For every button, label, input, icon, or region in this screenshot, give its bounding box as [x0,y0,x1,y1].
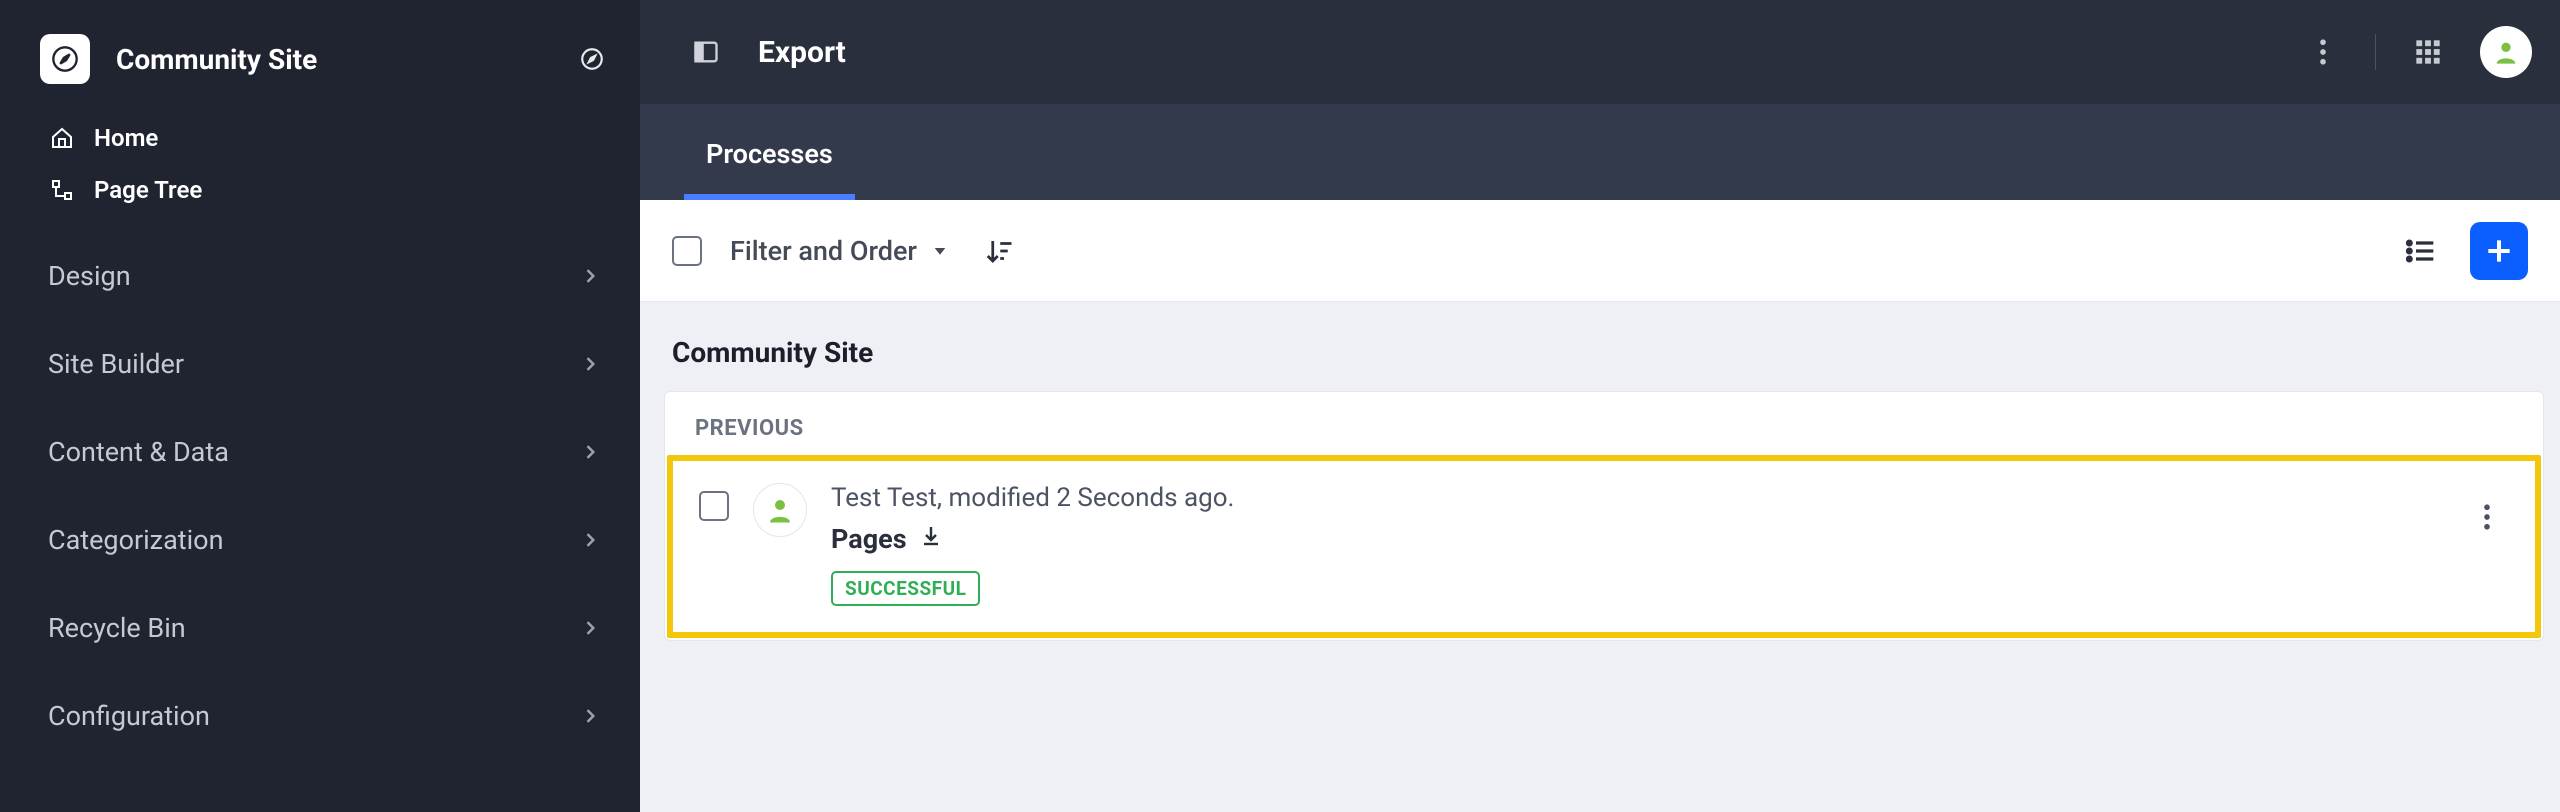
sort-button[interactable] [977,229,1021,273]
sidebar-group-categorization[interactable]: Categorization [0,496,640,584]
status-badge: SUCCESSFUL [831,571,980,606]
page-title: Export [758,35,2271,70]
compass-icon [51,45,79,73]
item-checkbox[interactable] [699,491,729,521]
list-icon [2404,235,2436,267]
item-body: Test Test, modified 2 Seconds ago. Pages… [831,483,2441,606]
section-title: Community Site [664,330,2544,391]
download-icon [919,524,943,548]
chevron-right-icon [580,530,600,550]
chevron-right-icon [580,442,600,462]
download-button[interactable] [919,523,943,555]
sidebar-group-label: Site Builder [48,348,184,380]
kebab-icon [2483,504,2491,530]
content: Community Site PREVIOUS Test Test, modif… [640,302,2560,812]
sidebar: Community Site Home Page Tree Design Sit… [0,0,640,812]
divider [2375,34,2376,70]
sidebar-group-site-builder[interactable]: Site Builder [0,320,640,408]
main: Export Processes Filter and Order [640,0,2560,812]
select-all-checkbox[interactable] [672,236,702,266]
sidebar-group-label: Categorization [48,524,223,556]
home-icon [48,124,76,152]
item-title: Pages [831,523,907,555]
sort-icon [984,236,1014,266]
new-button[interactable] [2470,222,2528,280]
list-item[interactable]: Test Test, modified 2 Seconds ago. Pages… [667,455,2541,638]
sidebar-link-page-tree[interactable]: Page Tree [0,164,640,216]
kebab-icon [2319,39,2327,65]
sidebar-group-content-data[interactable]: Content & Data [0,408,640,496]
tab-label: Processes [706,138,833,170]
user-icon [765,495,795,525]
sidebar-link-label: Page Tree [94,176,202,204]
sidebar-group-label: Content & Data [48,436,229,468]
item-avatar [753,483,807,537]
panel-icon [692,38,720,66]
item-modified-line: Test Test, modified 2 Seconds ago. [831,483,2441,513]
sidebar-group-label: Design [48,260,131,292]
tree-icon [48,176,76,204]
tabbar: Processes [640,104,2560,200]
previous-card: PREVIOUS Test Test, modified 2 Seconds a… [664,391,2544,641]
item-kebab-button[interactable] [2465,495,2509,539]
sidebar-group-configuration[interactable]: Configuration [0,672,640,760]
panel-toggle-button[interactable] [684,30,728,74]
view-list-button[interactable] [2398,229,2442,273]
tab-processes[interactable]: Processes [684,108,855,200]
sidebar-group-recycle-bin[interactable]: Recycle Bin [0,584,640,672]
topbar-kebab-button[interactable] [2301,30,2345,74]
sidebar-group-label: Configuration [48,700,210,732]
sidebar-header: Community Site [0,18,640,108]
toolbar: Filter and Order [640,200,2560,302]
site-name: Community Site [116,43,550,76]
user-icon [2492,38,2520,66]
card-header-previous: PREVIOUS [665,392,2543,441]
apps-button[interactable] [2406,30,2450,74]
apps-grid-icon [2414,38,2442,66]
site-logo[interactable] [40,34,90,84]
sidebar-group-label: Recycle Bin [48,612,186,644]
caret-down-icon [931,242,949,260]
sidebar-link-home[interactable]: Home [0,112,640,164]
chevron-right-icon [580,266,600,286]
filter-order-label: Filter and Order [730,235,917,267]
chevron-right-icon [580,706,600,726]
chevron-right-icon [580,618,600,638]
target-icon [579,46,605,72]
topbar: Export [640,0,2560,104]
plus-icon [2483,235,2515,267]
chevron-right-icon [580,354,600,374]
sidebar-link-label: Home [94,124,158,152]
item-title-row: Pages [831,523,2441,555]
sidebar-action-button[interactable] [576,43,608,75]
sidebar-links: Home Page Tree [0,108,640,232]
sidebar-group-design[interactable]: Design [0,232,640,320]
user-avatar[interactable] [2480,26,2532,78]
filter-order-dropdown[interactable]: Filter and Order [730,235,949,267]
